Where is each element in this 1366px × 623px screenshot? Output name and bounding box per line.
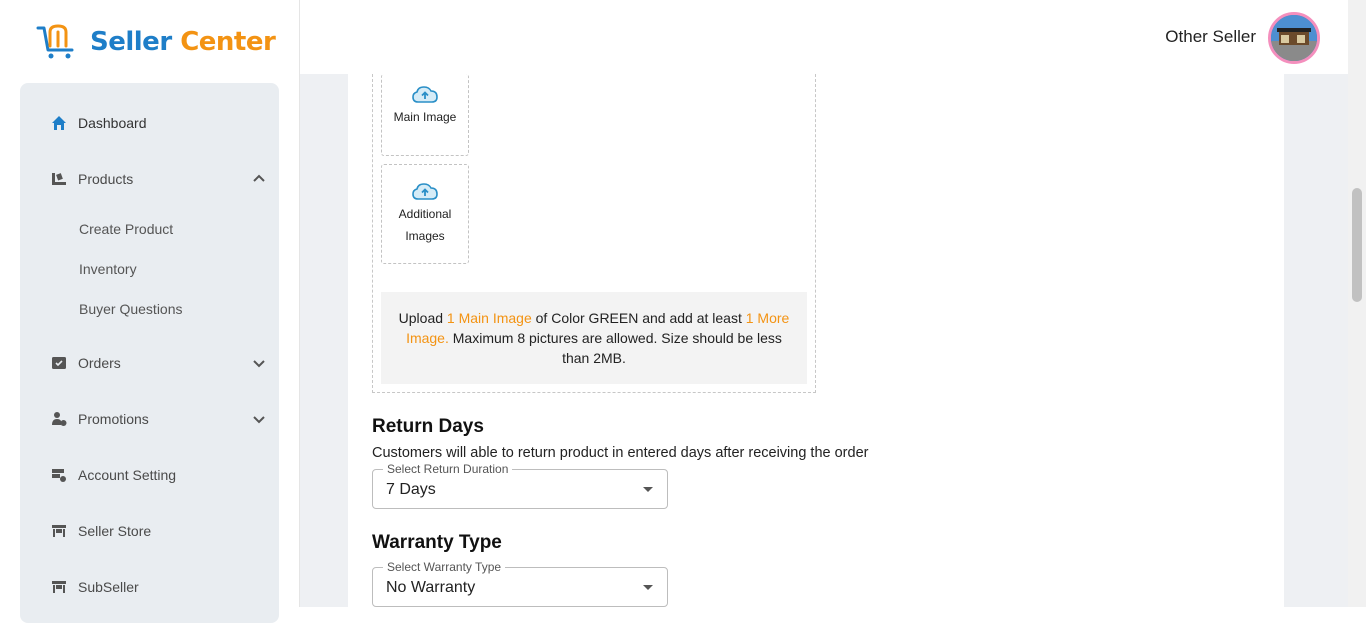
sidebar-item-seller-store[interactable]: Seller Store xyxy=(20,511,279,551)
brand-seller-text: Seller xyxy=(90,27,172,57)
main-image-label: Main Image xyxy=(393,110,457,124)
cart-logo-icon xyxy=(36,24,74,59)
sidebar-subitem-buyer-questions[interactable]: Buyer Questions xyxy=(79,301,183,317)
additional-images-label: Additional Images xyxy=(399,203,452,247)
dropdown-arrow-icon xyxy=(643,585,653,590)
avatar-store-image xyxy=(1271,15,1317,61)
chevron-up-icon xyxy=(253,174,265,182)
page-scrollbar[interactable] xyxy=(1348,0,1366,607)
sidebar-item-account-setting[interactable]: Account Setting xyxy=(20,455,279,495)
brand-center-text: Center xyxy=(180,27,276,57)
warranty-type-select-label: Select Warranty Type xyxy=(383,560,506,574)
products-icon xyxy=(50,170,68,188)
return-duration-select-label: Select Return Duration xyxy=(383,462,513,476)
warranty-type-value: No Warranty xyxy=(386,579,476,596)
warranty-type-title: Warranty Type xyxy=(372,532,502,553)
sidebar-item-dashboard[interactable]: Dashboard xyxy=(20,103,279,143)
scrollbar-thumb[interactable] xyxy=(1352,188,1362,302)
store-icon xyxy=(50,522,68,540)
cloud-upload-icon xyxy=(412,86,438,103)
sidebar-subitem-create-product[interactable]: Create Product xyxy=(79,221,173,237)
note-text-1: Upload xyxy=(398,310,447,326)
account-setting-icon xyxy=(50,466,68,484)
return-duration-select[interactable]: Select Return Duration 7 Days xyxy=(372,462,668,509)
sidebar-item-products[interactable]: Products xyxy=(20,159,279,199)
sidebar-item-label: Account Setting xyxy=(78,467,177,483)
home-icon xyxy=(50,114,68,132)
additional-images-label-line1: Additional xyxy=(398,207,452,221)
chevron-down-icon xyxy=(253,416,265,424)
user-name[interactable]: Other Seller xyxy=(1165,27,1256,47)
main-image-upload[interactable]: Main Image xyxy=(381,74,469,156)
avatar[interactable] xyxy=(1268,12,1320,64)
return-duration-value: 7 Days xyxy=(386,481,436,498)
sidebar: Seller Center Dashboard Products Create … xyxy=(0,0,300,623)
sidebar-item-label: Seller Store xyxy=(78,523,152,539)
additional-images-upload[interactable]: Additional Images xyxy=(381,164,469,264)
return-days-title: Return Days xyxy=(372,416,484,437)
note-highlight-main-image: 1 Main Image xyxy=(446,310,532,326)
top-header: Other Seller xyxy=(300,0,1348,74)
cloud-upload-icon xyxy=(412,183,438,200)
promotions-icon xyxy=(50,410,68,428)
note-text-2: of Color GREEN and add at least xyxy=(531,310,746,326)
sidebar-subitem-inventory[interactable]: Inventory xyxy=(79,261,137,277)
brand-logo[interactable]: Seller Center xyxy=(36,24,276,60)
sidebar-item-label: Products xyxy=(78,171,134,187)
additional-images-label-line2: Images xyxy=(405,229,445,243)
orders-icon xyxy=(50,354,68,372)
note-text-3: Maximum 8 pictures are allowed. Size sho… xyxy=(448,330,782,366)
sidebar-item-label: Dashboard xyxy=(78,115,147,131)
sidebar-item-label: Promotions xyxy=(78,411,149,427)
subseller-icon xyxy=(50,578,68,596)
sidebar-item-orders[interactable]: Orders xyxy=(20,343,279,383)
warranty-type-select[interactable]: Select Warranty Type No Warranty xyxy=(372,560,668,607)
sidebar-item-label: SubSeller xyxy=(78,579,139,595)
sidebar-item-subseller[interactable]: SubSeller xyxy=(20,567,279,607)
upload-instructions: Upload 1 Main Image of Color GREEN and a… xyxy=(381,292,807,384)
sidebar-item-promotions[interactable]: Promotions xyxy=(20,399,279,439)
sidebar-item-label: Orders xyxy=(78,355,121,371)
dropdown-arrow-icon xyxy=(643,487,653,492)
sidebar-menu: Dashboard Products Create Product Invent… xyxy=(20,83,279,623)
return-days-description: Customers will able to return product in… xyxy=(372,445,869,461)
chevron-down-icon xyxy=(253,360,265,368)
